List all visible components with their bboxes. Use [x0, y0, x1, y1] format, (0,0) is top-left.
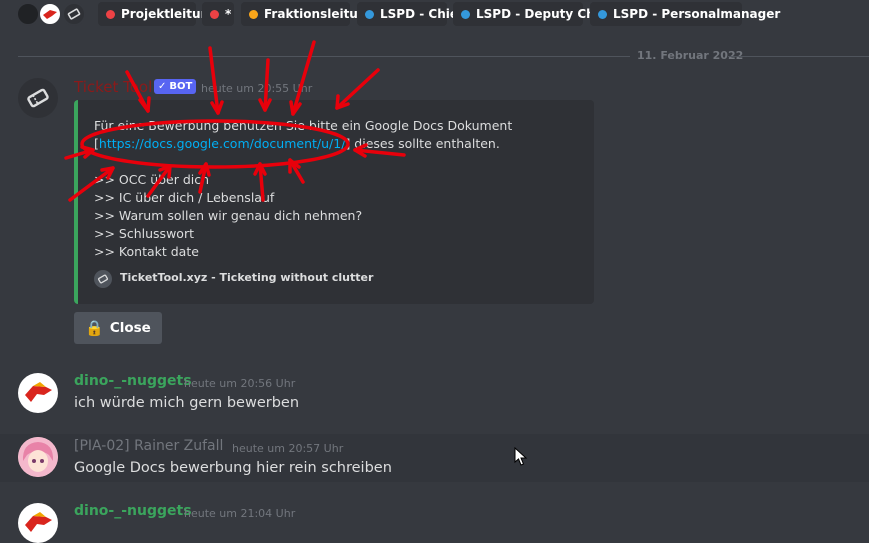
author-ticket-tool[interactable]: Ticket Tool: [74, 78, 152, 96]
role-pill[interactable]: LSPD - Personalmanager: [590, 2, 780, 26]
role-pill[interactable]: Fraktionsleitung: [241, 2, 375, 26]
role-dot: [365, 9, 374, 19]
avatar-dino-nuggets[interactable]: [18, 373, 58, 413]
role-label: LSPD - Chief: [380, 7, 464, 21]
role-pill[interactable]: LSPD - Chief: [357, 2, 463, 26]
avatar-rainer-zufall[interactable]: [18, 437, 58, 477]
role-dot: [249, 9, 258, 19]
dino-icon: [25, 512, 52, 532]
role-holder-avatars: [0, 2, 90, 28]
avatar-dino-nuggets[interactable]: [18, 503, 58, 543]
role-dot: [461, 9, 470, 19]
role-pill[interactable]: LSPD - Deputy Chief: [453, 2, 612, 26]
embed-footer: TicketTool.xyz - Ticketing without clutt…: [120, 271, 374, 284]
ticket-embed: Für eine Bewerbung benutzen Sie bitte ei…: [74, 100, 594, 304]
embed-item: >> Schlusswort: [94, 226, 194, 241]
close-button-label: Close: [109, 320, 151, 336]
lock-icon: 🔒: [85, 319, 104, 337]
avatar-dark: [16, 2, 40, 26]
timestamp: heute um 20:56 Uhr: [184, 377, 296, 390]
message-text: ich würde mich gern bewerben: [74, 395, 300, 411]
dino-icon: [25, 382, 52, 402]
role-pill[interactable]: Projektleitung: [98, 2, 218, 26]
role-dot: [210, 9, 219, 19]
bot-badge: ✓ BOT: [154, 79, 197, 94]
anime-avatar-icon: [18, 437, 58, 477]
close-ticket-button[interactable]: 🔒 Close: [74, 312, 162, 344]
author-dino-nuggets[interactable]: dino-_-nuggets: [74, 503, 192, 519]
embed-item: >> Warum sollen wir genau dich nehmen?: [94, 208, 363, 223]
role-pill[interactable]: *: [202, 2, 234, 26]
bot-label: BOT: [169, 81, 193, 92]
role-label: *: [225, 7, 232, 21]
message-text: Google Docs bewerbung hier rein schreibe…: [74, 460, 392, 476]
embed-item: >> OCC über dich: [94, 172, 210, 187]
date-divider-left: [18, 56, 630, 57]
timestamp: heute um 20:55 Uhr: [201, 82, 313, 95]
mouse-cursor-icon: [514, 447, 528, 466]
role-dot: [106, 9, 115, 19]
embed-line-1: Für eine Bewerbung benutzen Sie bitte ei…: [94, 118, 513, 133]
check-icon: ✓: [158, 81, 167, 92]
role-label: LSPD - Personalmanager: [613, 7, 781, 21]
embed-item: >> IC über dich / Lebenslauf: [94, 190, 275, 205]
author-dino-nuggets[interactable]: dino-_-nuggets: [74, 373, 192, 389]
avatar-ticket-tool[interactable]: [18, 78, 58, 118]
date-divider-right: [728, 56, 869, 57]
timestamp: heute um 21:04 Uhr: [184, 507, 296, 520]
google-docs-link[interactable]: https://docs.google.com/document/u/1/: [99, 136, 346, 151]
role-dot: [598, 9, 607, 19]
embed-line-2: [https://docs.google.com/document/u/1/] …: [94, 136, 500, 151]
ticket-icon: [27, 88, 49, 108]
avatar-dino: [38, 2, 62, 26]
line2-suffix: ] dieses sollte enthalten.: [345, 136, 500, 151]
author-rainer-zufall[interactable]: [PIA-02] Rainer Zufall: [74, 438, 223, 454]
timestamp: heute um 20:57 Uhr: [232, 442, 344, 455]
footer-ticket-icon: [94, 270, 112, 288]
embed-item: >> Kontakt date: [94, 244, 199, 259]
avatar-ticket: [62, 2, 86, 26]
